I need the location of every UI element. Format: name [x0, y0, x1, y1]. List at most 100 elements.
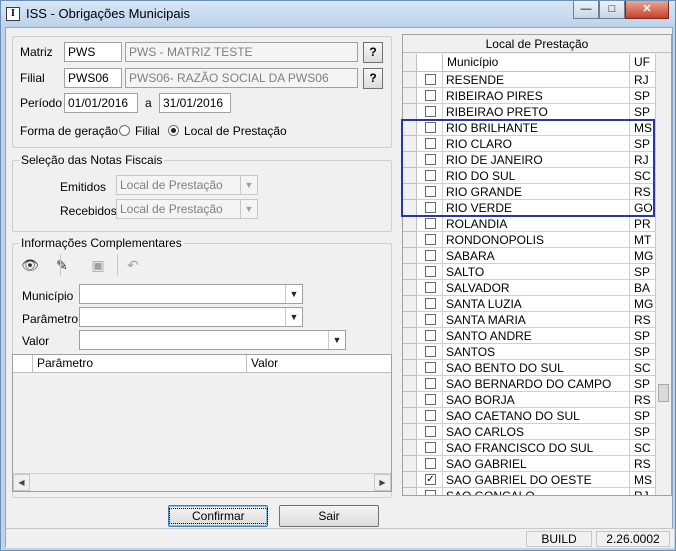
municipio-cell[interactable]: SANTO ANDRE	[443, 328, 630, 344]
row-selector[interactable]	[403, 264, 417, 280]
row-selector[interactable]	[403, 360, 417, 376]
row-checkbox[interactable]	[425, 458, 436, 469]
municipio-cell[interactable]: SANTA MARIA	[443, 312, 630, 328]
undo-icon[interactable]: ↶	[122, 254, 144, 276]
chevron-down-icon[interactable]: ▼	[328, 331, 345, 349]
uf-cell[interactable]: MT	[630, 232, 655, 248]
uf-cell[interactable]: SP	[630, 408, 655, 424]
uf-cell[interactable]: SC	[630, 360, 655, 376]
municipio-cell[interactable]: SAO BORJA	[443, 392, 630, 408]
municipio-select[interactable]: ▼	[79, 284, 303, 304]
chevron-down-icon[interactable]: ▼	[285, 285, 302, 303]
local-vscrollbar[interactable]	[655, 54, 671, 495]
row-selector[interactable]	[403, 328, 417, 344]
row-checkbox[interactable]: ✓	[425, 474, 436, 485]
row-checkbox[interactable]	[425, 234, 436, 245]
row-checkbox[interactable]	[425, 74, 436, 85]
uf-cell[interactable]: SP	[630, 88, 655, 104]
uf-cell[interactable]: SP	[630, 264, 655, 280]
municipio-cell[interactable]: SAO GABRIEL DO OESTE	[443, 472, 630, 488]
row-selector[interactable]	[403, 216, 417, 232]
periodo-end-field[interactable]: 31/01/2016	[159, 93, 231, 113]
municipio-cell[interactable]: SAO GABRIEL	[443, 456, 630, 472]
uf-cell[interactable]: SP	[630, 344, 655, 360]
row-selector[interactable]	[403, 472, 417, 488]
grid-hscrollbar[interactable]: ◀ ▶	[13, 473, 391, 491]
municipio-cell[interactable]: SALVADOR	[443, 280, 630, 296]
uf-cell[interactable]: RJ	[630, 488, 655, 495]
row-checkbox[interactable]	[425, 106, 436, 117]
parametro-select[interactable]: ▼	[79, 307, 303, 327]
row-selector[interactable]	[403, 424, 417, 440]
uf-cell[interactable]: SP	[630, 328, 655, 344]
grid-col-valor[interactable]: Valor	[247, 355, 391, 373]
uf-cell[interactable]: MG	[630, 248, 655, 264]
uf-cell[interactable]: SP	[630, 424, 655, 440]
row-selector[interactable]	[403, 488, 417, 495]
edit-icon[interactable]: ✎	[51, 254, 73, 276]
uf-cell[interactable]: RJ	[630, 72, 655, 88]
row-selector[interactable]	[403, 232, 417, 248]
row-selector[interactable]	[403, 296, 417, 312]
minimize-button[interactable]: —	[573, 1, 599, 19]
row-checkbox[interactable]	[425, 314, 436, 325]
municipio-cell[interactable]: SAO GONCALO	[443, 488, 630, 495]
row-checkbox[interactable]	[425, 490, 436, 495]
municipio-cell[interactable]: SALTO	[443, 264, 630, 280]
row-checkbox[interactable]	[425, 330, 436, 341]
row-checkbox[interactable]	[425, 378, 436, 389]
uf-cell[interactable]: PR	[630, 216, 655, 232]
close-button[interactable]: ✕	[625, 1, 669, 19]
filial-lookup-button[interactable]: ?	[363, 68, 383, 89]
uf-cell[interactable]: RS	[630, 392, 655, 408]
save-icon[interactable]: ▣	[87, 254, 109, 276]
municipio-cell[interactable]: SAO CARLOS	[443, 424, 630, 440]
uf-cell[interactable]: BA	[630, 280, 655, 296]
matriz-code-field[interactable]: PWS	[64, 42, 122, 62]
row-checkbox[interactable]	[425, 250, 436, 261]
row-selector[interactable]	[403, 376, 417, 392]
row-checkbox[interactable]	[425, 394, 436, 405]
municipio-cell[interactable]: RESENDE	[443, 72, 630, 88]
periodo-start-field[interactable]: 01/01/2016	[64, 93, 138, 113]
row-selector[interactable]	[403, 456, 417, 472]
row-selector[interactable]	[403, 248, 417, 264]
row-checkbox[interactable]	[425, 410, 436, 421]
row-selector[interactable]	[403, 88, 417, 104]
confirmar-button[interactable]: Confirmar	[168, 505, 268, 527]
scroll-right-icon[interactable]: ▶	[374, 474, 391, 491]
row-checkbox[interactable]	[425, 218, 436, 229]
uf-cell[interactable]: SC	[630, 440, 655, 456]
matriz-lookup-button[interactable]: ?	[363, 42, 383, 63]
municipio-cell[interactable]: SAO BENTO DO SUL	[443, 360, 630, 376]
uf-cell[interactable]: RS	[630, 312, 655, 328]
row-checkbox[interactable]	[425, 442, 436, 453]
uf-cell[interactable]: SP	[630, 104, 655, 120]
row-checkbox[interactable]	[425, 266, 436, 277]
row-selector[interactable]	[403, 280, 417, 296]
filial-code-field[interactable]: PWS06	[64, 68, 122, 88]
valor-select[interactable]: ▼	[79, 330, 346, 350]
forma-radio-filial[interactable]	[119, 125, 130, 136]
municipio-cell[interactable]: ROLANDIA	[443, 216, 630, 232]
row-selector[interactable]	[403, 440, 417, 456]
sair-button[interactable]: Sair	[279, 505, 379, 527]
row-selector[interactable]	[403, 104, 417, 120]
row-selector[interactable]	[403, 72, 417, 88]
municipio-cell[interactable]: RONDONOPOLIS	[443, 232, 630, 248]
municipio-cell[interactable]: RIBEIRAO PRETO	[443, 104, 630, 120]
municipio-cell[interactable]: SANTA LUZIA	[443, 296, 630, 312]
local-col-municipio[interactable]: Município	[443, 54, 630, 72]
row-checkbox[interactable]	[425, 426, 436, 437]
uf-cell[interactable]: RS	[630, 456, 655, 472]
row-selector[interactable]	[403, 392, 417, 408]
row-checkbox[interactable]	[425, 282, 436, 293]
municipio-cell[interactable]: SAO FRANCISCO DO SUL	[443, 440, 630, 456]
binoculars-icon[interactable]: 👁	[19, 254, 41, 276]
scroll-left-icon[interactable]: ◀	[13, 474, 30, 491]
row-checkbox[interactable]	[425, 298, 436, 309]
municipio-cell[interactable]: SABARA	[443, 248, 630, 264]
row-selector[interactable]	[403, 312, 417, 328]
row-checkbox[interactable]	[425, 346, 436, 357]
forma-radio-local[interactable]	[168, 125, 179, 136]
